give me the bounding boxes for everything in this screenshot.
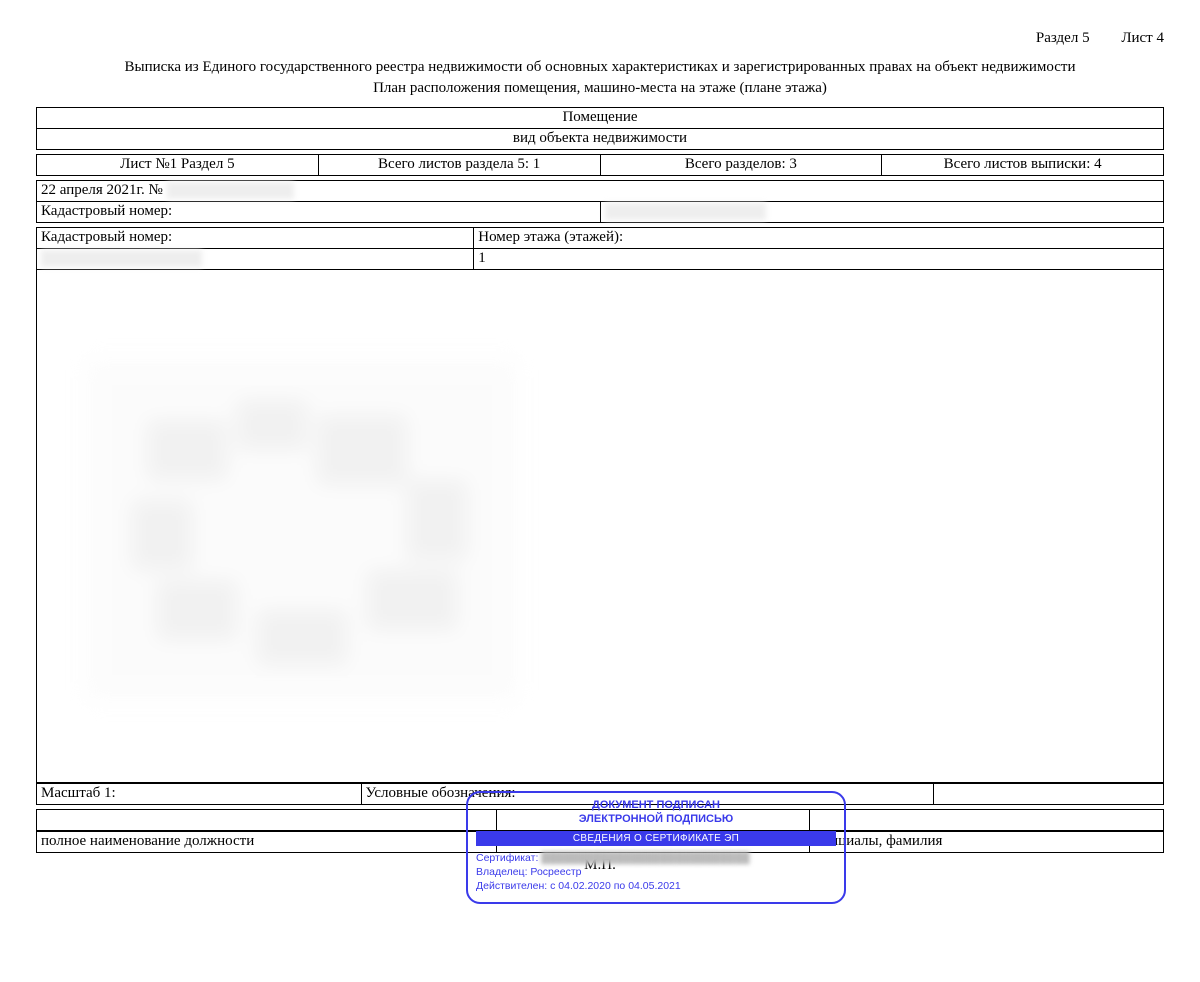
- section-label: Раздел 5: [1036, 30, 1090, 46]
- object-caption: вид объекта недвижимости: [37, 129, 1164, 150]
- floor-label: Номер этажа (этажей):: [474, 228, 1164, 249]
- legend-empty: [934, 784, 1164, 805]
- object-type-table: Помещение вид объекта недвижимости: [36, 107, 1164, 150]
- position-label: полное наименование должности: [37, 832, 497, 853]
- cadastral2-value: ██:██:███████:███: [37, 249, 474, 270]
- counts-table: Лист №1 Раздел 5 Всего листов раздела 5:…: [36, 154, 1164, 176]
- total-sections: Всего разделов: 3: [600, 155, 882, 176]
- cadastral2-label: Кадастровый номер:: [37, 228, 474, 249]
- redacted-number: ████████████: [167, 182, 295, 199]
- stamp-bar: СВЕДЕНИЯ О СЕРТИФИКАТЕ ЭП: [476, 831, 836, 846]
- stamp-cert: Сертификат: ████████████████████████████: [476, 852, 836, 864]
- empty-cell: [810, 810, 1164, 831]
- date-cadastral-table: 22 апреля 2021г. № ████████████ Кадастро…: [36, 180, 1164, 223]
- scale-label: Масштаб 1:: [37, 784, 362, 805]
- cadastral-value: ██:██:███████:███: [600, 202, 1164, 223]
- cadastral-label: Кадастровый номер:: [37, 202, 601, 223]
- initials-label: инициалы, фамилия: [810, 832, 1164, 853]
- section-sheets: Всего листов раздела 5: 1: [318, 155, 600, 176]
- floor-value: 1: [474, 249, 1164, 270]
- sheet-label: Лист 4: [1121, 30, 1164, 46]
- digital-signature-stamp: ДОКУМЕНТ ПОДПИСАН ЭЛЕКТРОННОЙ ПОДПИСЬЮ С…: [466, 791, 846, 904]
- date-row: 22 апреля 2021г. № ████████████: [37, 181, 1164, 202]
- stamp-owner: Владелец: Росреестр: [476, 866, 836, 878]
- stamp-line1: ДОКУМЕНТ ПОДПИСАН: [476, 799, 836, 813]
- empty-cell: [37, 810, 497, 831]
- object-name: Помещение: [37, 108, 1164, 129]
- floor-plan-cell: [37, 270, 1164, 783]
- stamp-line2: ЭЛЕКТРОННОЙ ПОДПИСЬЮ: [476, 813, 836, 827]
- sheet-section: Лист №1 Раздел 5: [37, 155, 319, 176]
- floor-plan-blur-image: [87, 360, 517, 700]
- document-title: Выписка из Единого государственного реес…: [36, 59, 1164, 76]
- floor-table: Кадастровый номер: Номер этажа (этажей):…: [36, 227, 1164, 783]
- page-header-right: Раздел 5 Лист 4: [36, 30, 1164, 47]
- stamp-valid: Действителен: с 04.02.2020 по 04.05.2021: [476, 880, 836, 892]
- total-sheets: Всего листов выписки: 4: [882, 155, 1164, 176]
- document-subtitle: План расположения помещения, машино-мест…: [36, 80, 1164, 97]
